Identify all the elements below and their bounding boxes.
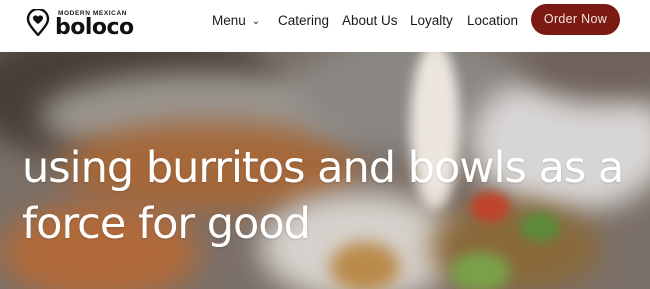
nav-item-catering[interactable]: Catering [278,13,329,28]
order-now-button[interactable]: Order Now [531,4,620,35]
brand-name: boloco [55,15,134,40]
site-header: MODERN MEXICAN boloco Menu ⌄ Catering Abo… [0,0,650,52]
nav-item-menu[interactable]: Menu ⌄ [212,13,260,28]
location-pin-heart-icon [26,9,50,36]
nav-item-label: Menu [212,13,246,28]
nav-item-loyalty[interactable]: Loyalty [410,13,453,28]
chevron-down-icon: ⌄ [251,16,261,27]
hero-headline: using burritos and bowls as a force for … [22,143,624,249]
nav-item-about-us[interactable]: About Us [342,13,398,28]
hero-banner: using burritos and bowls as a force for … [0,52,650,289]
boloco-logo[interactable]: MODERN MEXICAN boloco [26,9,136,40]
nav-item-location[interactable]: Location [467,13,518,28]
